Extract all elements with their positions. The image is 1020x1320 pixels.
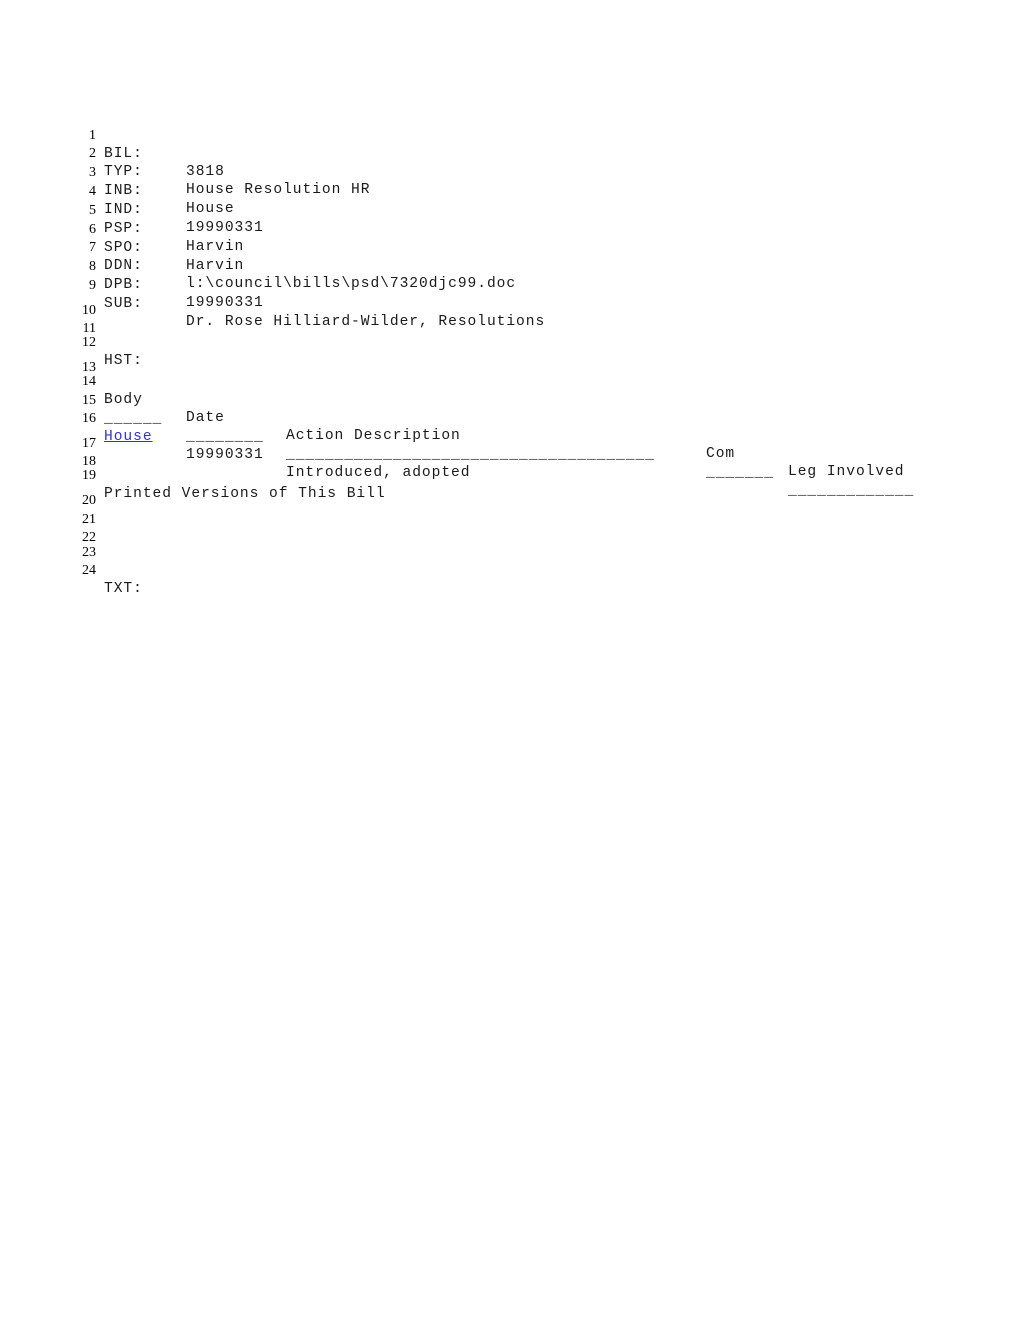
source-line-23: 23 xyxy=(0,527,1020,560)
source-line-6: 6 SPO: Harvin xyxy=(0,204,1020,274)
source-line-4: 4 IND: 19990331 xyxy=(0,166,1020,236)
source-line-17: 17 xyxy=(0,418,1020,451)
source-line-9: 9 SUB: Dr. Rose Hilliard-Wilder, Resolut… xyxy=(0,260,1020,330)
source-line-5: 5 PSP: Harvin xyxy=(0,185,1020,255)
source-line-1: 1 BIL: 3818 xyxy=(0,110,1020,180)
source-line-14: 14 Body Date Action Description Com Leg … xyxy=(0,356,1020,480)
source-line-19: 19 Printed Versions of This Bill xyxy=(0,450,1020,502)
source-line-10: 10 xyxy=(0,285,1020,318)
line-number-24: 24 xyxy=(82,563,96,578)
source-line-24: 24 TXT: xyxy=(0,545,1020,597)
source-line-2: 2 TYP: House Resolution HR xyxy=(0,128,1020,198)
source-line-16: 16 House 19990331 Introduced, adopted xyxy=(0,393,1020,481)
source-line-8: 8 DPB: 19990331 xyxy=(0,241,1020,311)
source-line-7: 7 DDN: l:\council\bills\psd\7320djc99.do… xyxy=(0,222,1020,292)
source-line-15: 15 ______ ________ _____________________… xyxy=(0,375,1020,499)
source-line-12: 12 HST: xyxy=(0,317,1020,369)
field-label-txt: TXT: xyxy=(104,581,143,597)
source-line-3: 3 INB: House xyxy=(0,147,1020,217)
document-page: 1 BIL: 3818 2 TYP: House Resolution HR 3… xyxy=(0,0,1020,1320)
source-line-21: 21 xyxy=(0,494,1020,527)
source-line-20: 20 xyxy=(0,475,1020,508)
